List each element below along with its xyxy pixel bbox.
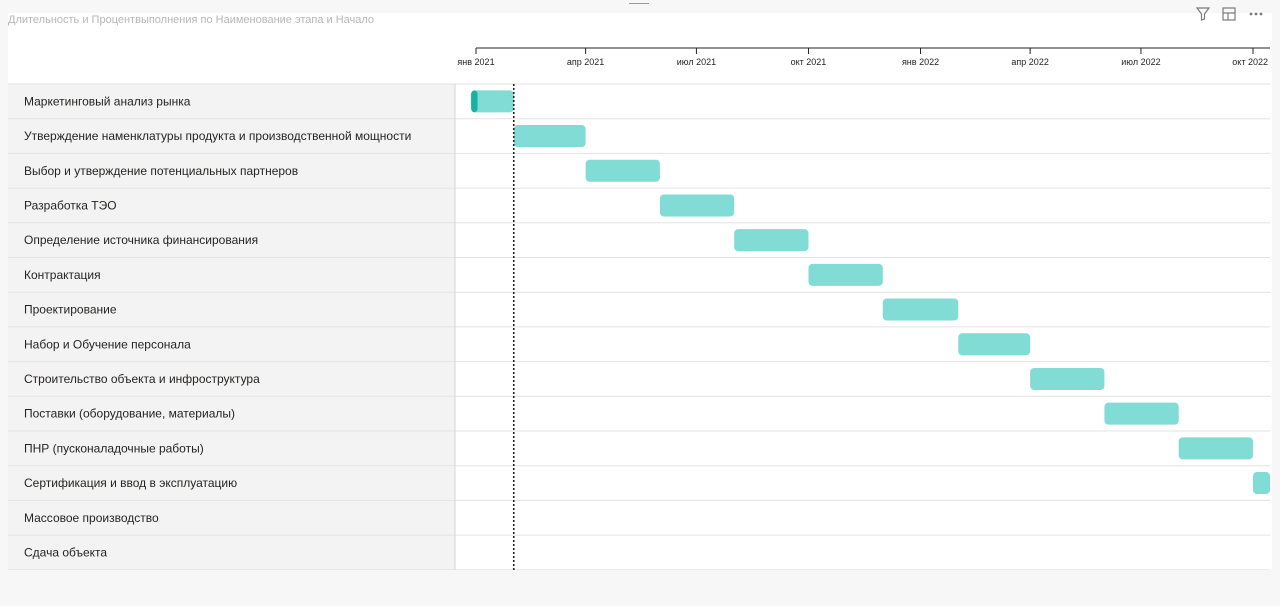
task-bar[interactable] — [513, 125, 586, 148]
task-label: Проектирование — [24, 303, 117, 317]
task-bar[interactable] — [1030, 367, 1105, 390]
task-label: Контрактация — [24, 268, 101, 282]
x-axis-tick-label: окт 2022 — [1232, 57, 1268, 67]
task-label: Набор и Обучение персонала — [24, 337, 191, 351]
task-label: Сертификация и ввод в эксплуатацию — [24, 476, 237, 490]
task-label: ПНР (пусконаладочные работы) — [24, 441, 204, 455]
gantt-visual: Длительность и Процентвыполнения по Наим… — [8, 7, 1272, 570]
task-bar[interactable] — [808, 263, 883, 286]
task-label: Утверждение наменклатуры продукта и прои… — [24, 129, 411, 143]
task-bar[interactable] — [585, 159, 660, 182]
task-bar[interactable] — [1253, 472, 1270, 495]
task-label: Разработка ТЭО — [24, 198, 117, 212]
task-bar-progress — [471, 90, 478, 113]
x-axis-tick-label: окт 2021 — [791, 57, 827, 67]
x-axis-tick-label: апр 2021 — [567, 57, 604, 67]
x-axis-tick-label: янв 2021 — [457, 57, 494, 67]
x-axis-tick-label: янв 2022 — [902, 57, 939, 67]
gantt-chart: янв 2021 апр 2021 июл 2021 окт 2021 янв 2022… — [8, 47, 1270, 570]
task-bar[interactable] — [1104, 402, 1179, 425]
task-label: Строительство объекта и инфроструктура — [24, 372, 260, 386]
task-bar[interactable] — [659, 194, 735, 217]
task-label: Массовое производство — [24, 511, 159, 525]
task-bar[interactable] — [882, 298, 959, 321]
task-label: Определение источника финансирования — [24, 233, 258, 247]
x-axis-tick-label: июл 2021 — [677, 57, 716, 67]
task-label: Выбор и утверждение потенциальных партне… — [24, 164, 298, 178]
task-bar[interactable] — [958, 333, 1031, 356]
x-axis-tick-label: июл 2022 — [1121, 57, 1160, 67]
task-label: Маркетинговый анализ рынка — [24, 94, 191, 108]
task-bar[interactable] — [734, 229, 809, 252]
x-axis-tick-label: апр 2022 — [1011, 57, 1048, 67]
drag-handle[interactable] — [629, 0, 649, 4]
task-bar[interactable] — [1178, 437, 1253, 460]
task-label: Сдача объекта — [24, 545, 107, 559]
task-label: Поставки (оборудование, материалы) — [24, 407, 235, 421]
